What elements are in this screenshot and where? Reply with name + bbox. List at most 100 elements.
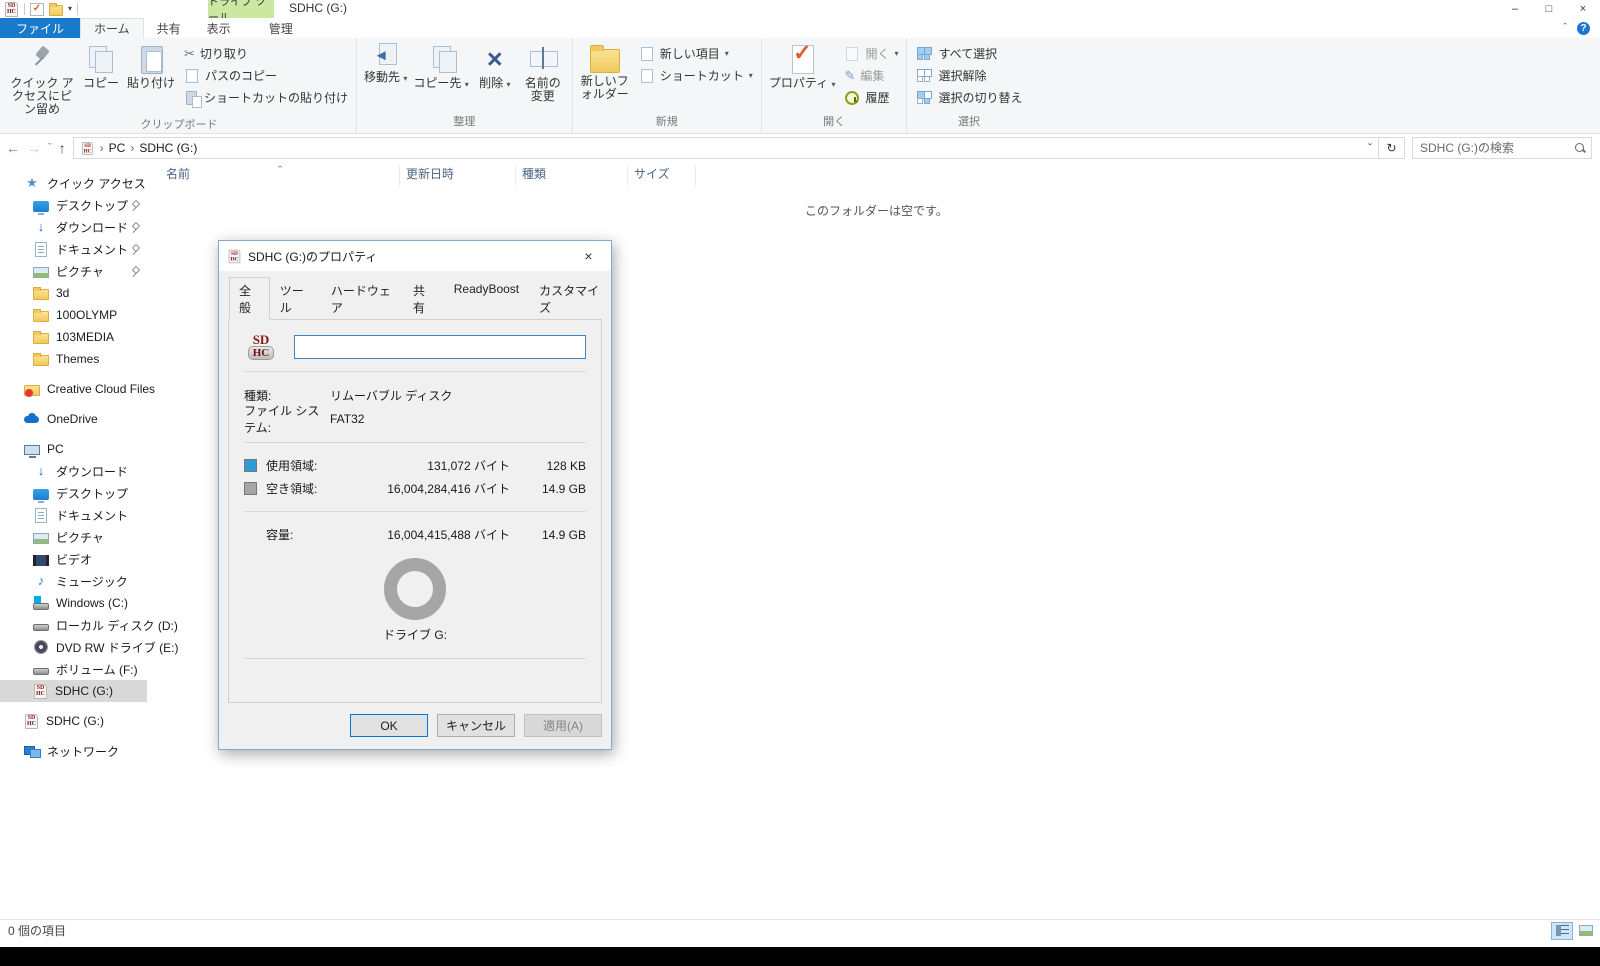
refresh-icon: ↻ xyxy=(1386,141,1397,155)
paste-button[interactable]: 貼り付け xyxy=(124,41,178,92)
sidebar-item-dvd-e[interactable]: DVD RW ドライブ (E:) xyxy=(0,636,178,658)
search-input[interactable] xyxy=(1420,141,1575,155)
dialog-tab-tools[interactable]: ツール xyxy=(270,277,321,320)
edit-button[interactable]: ✎ 編集 xyxy=(844,67,898,84)
dialog-tab-general[interactable]: 全般 xyxy=(229,277,270,320)
sidebar-item-creative-cloud[interactable]: Creative Cloud Files xyxy=(0,378,155,400)
check-icon: ✓ xyxy=(32,3,42,14)
delete-button[interactable]: × 削除 ▾ xyxy=(472,41,518,93)
divider xyxy=(244,442,586,443)
sidebar-item-videos[interactable]: ビデオ xyxy=(0,548,147,570)
contextual-tab-header: ドライブ ツール xyxy=(208,0,274,24)
group-label-organize: 整理 xyxy=(453,116,476,128)
qat-new-folder-button[interactable] xyxy=(49,2,63,16)
sidebar-item-music[interactable]: ♪ ミュージック xyxy=(0,570,147,592)
dialog-tab-readyboost[interactable]: ReadyBoost xyxy=(444,277,529,320)
qat-properties-button[interactable]: ✓ xyxy=(30,2,44,16)
breadcrumb[interactable]: SD HC › PC › SDHC (G:) ˇ xyxy=(72,137,1379,159)
folder-icon xyxy=(33,309,49,322)
tab-view[interactable]: 表示 xyxy=(194,18,244,38)
column-header-type[interactable]: 種類 xyxy=(516,165,628,186)
forward-icon[interactable]: → xyxy=(27,141,41,155)
open-button[interactable]: 開く ▾ xyxy=(844,45,898,62)
column-header-date[interactable]: 更新日時 xyxy=(400,165,516,186)
select-all-button[interactable]: すべて選択 xyxy=(915,45,1022,62)
paste-shortcut-button[interactable]: ショートカットの貼り付け xyxy=(184,89,348,108)
sidebar-item-downloads[interactable]: ↓ ダウンロード xyxy=(0,216,147,238)
details-view-button[interactable] xyxy=(1551,921,1573,940)
dialog-tab-sharing[interactable]: 共有 xyxy=(403,277,444,320)
tab-file[interactable]: ファイル xyxy=(0,18,81,38)
sidebar-item-themes[interactable]: Themes xyxy=(0,348,147,370)
minimize-button[interactable]: – xyxy=(1498,0,1532,18)
sidebar-item-sdhc-g-selected[interactable]: SD HC SDHC (G:) xyxy=(0,680,147,702)
cut-button[interactable]: ✂ 切り取り xyxy=(184,45,348,62)
drive-caption: ドライブ G: xyxy=(382,628,447,642)
copy-button[interactable]: コピー xyxy=(78,41,124,92)
pin-icon xyxy=(131,266,141,276)
tab-manage[interactable]: 管理 xyxy=(256,18,306,38)
sidebar-item-pc-pictures[interactable]: ピクチャ xyxy=(0,526,147,548)
cancel-button[interactable]: キャンセル xyxy=(437,714,515,737)
ribbon-collapse-icon[interactable]: ˆ xyxy=(1563,22,1567,34)
new-item-button[interactable]: 新しい項目 ▾ xyxy=(639,45,753,62)
shortcut-button[interactable]: ショートカット ▾ xyxy=(639,67,753,84)
tab-home[interactable]: ホーム xyxy=(80,18,144,38)
sidebar-item-sdhc-g[interactable]: SD HC SDHC (G:) xyxy=(0,710,147,732)
dialog-close-button[interactable]: × xyxy=(566,242,611,271)
sidebar-item-103media[interactable]: 103MEDIA xyxy=(0,326,147,348)
dialog-tab-hardware[interactable]: ハードウェア xyxy=(321,277,403,320)
folder-icon xyxy=(49,3,63,16)
move-to-button[interactable]: ◄ 移動先 ▾ xyxy=(361,41,410,87)
sidebar-item-pictures[interactable]: ピクチャ xyxy=(0,260,147,282)
column-header-size[interactable]: サイズ xyxy=(628,165,696,186)
document-icon xyxy=(35,241,47,257)
sidebar-item-network[interactable]: ネットワーク xyxy=(0,740,147,762)
back-icon[interactable]: ← xyxy=(6,141,20,155)
used-space-bytes: 131,072 バイト xyxy=(427,459,510,473)
help-icon[interactable]: ? xyxy=(1577,21,1590,35)
pin-to-quick-access-button[interactable]: クイック アクセスにピン留め xyxy=(6,41,78,118)
dialog-tab-customize[interactable]: カスタマイズ xyxy=(529,277,611,320)
thumbnail-view-button[interactable] xyxy=(1575,922,1597,940)
address-dropdown-chevron-icon[interactable]: ˇ xyxy=(1368,141,1372,155)
tab-share[interactable]: 共有 xyxy=(144,18,194,38)
ok-button[interactable]: OK xyxy=(350,714,428,737)
sidebar-item-100olymp[interactable]: 100OLYMP xyxy=(0,304,147,326)
sidebar-item-local-d[interactable]: ローカル ディスク (D:) xyxy=(0,614,178,636)
rename-button[interactable]: 名前の変更 xyxy=(518,41,568,105)
sidebar-item-pc-desktop[interactable]: デスクトップ xyxy=(0,482,147,504)
column-header-name[interactable]: ˆ 名前 xyxy=(160,163,400,186)
volume-label-input[interactable] xyxy=(294,334,586,359)
sidebar-item-onedrive[interactable]: OneDrive xyxy=(0,408,147,430)
properties-button[interactable]: ✓ プロパティ ▾ xyxy=(766,41,839,93)
scissors-icon: ✂ xyxy=(184,46,195,61)
apply-button[interactable]: 適用(A) xyxy=(524,714,602,737)
refresh-button[interactable]: ↻ xyxy=(1379,137,1405,159)
sidebar-item-pc-downloads[interactable]: ↓ ダウンロード xyxy=(0,460,147,482)
select-none-button[interactable]: 選択解除 xyxy=(915,67,1022,84)
ribbon-group-new: 新しいフォルダー 新しい項目 ▾ ショートカット ▾ 新規 xyxy=(573,38,762,133)
copy-path-button[interactable]: パスのコピー xyxy=(184,67,348,84)
new-folder-button[interactable]: 新しいフォルダー xyxy=(577,41,633,103)
copy-to-button[interactable]: コピー先 ▾ xyxy=(410,41,471,93)
history-button[interactable]: 履歴 xyxy=(844,89,898,106)
sidebar-item-pc[interactable]: PC xyxy=(0,438,147,460)
search-icon[interactable] xyxy=(1575,142,1586,154)
close-button[interactable]: × xyxy=(1566,0,1600,18)
invert-selection-button[interactable]: 選択の切り替え xyxy=(915,89,1023,106)
sidebar-item-volume-f[interactable]: ボリューム (F:) xyxy=(0,658,147,680)
recent-locations-chevron-icon[interactable]: ˇ xyxy=(48,142,52,154)
breadcrumb-pc[interactable]: PC xyxy=(109,141,126,155)
window-title: SDHC (G:) xyxy=(289,1,347,15)
sidebar-item-documents[interactable]: ドキュメント xyxy=(0,238,147,260)
sidebar-item-3d[interactable]: 3d xyxy=(0,282,147,304)
breadcrumb-drive[interactable]: SDHC (G:) xyxy=(139,141,197,155)
qat-customize-chevron[interactable]: ▾ xyxy=(68,5,72,13)
sidebar-item-windows-c[interactable]: Windows (C:) xyxy=(0,592,147,614)
sidebar-item-desktop[interactable]: デスクトップ xyxy=(0,194,147,216)
up-icon[interactable]: ↑ xyxy=(59,141,66,155)
restore-button[interactable]: □ xyxy=(1532,0,1566,18)
sidebar-item-quick-access[interactable]: ★ クイック アクセス xyxy=(0,172,147,194)
sidebar-item-pc-documents[interactable]: ドキュメント xyxy=(0,504,147,526)
